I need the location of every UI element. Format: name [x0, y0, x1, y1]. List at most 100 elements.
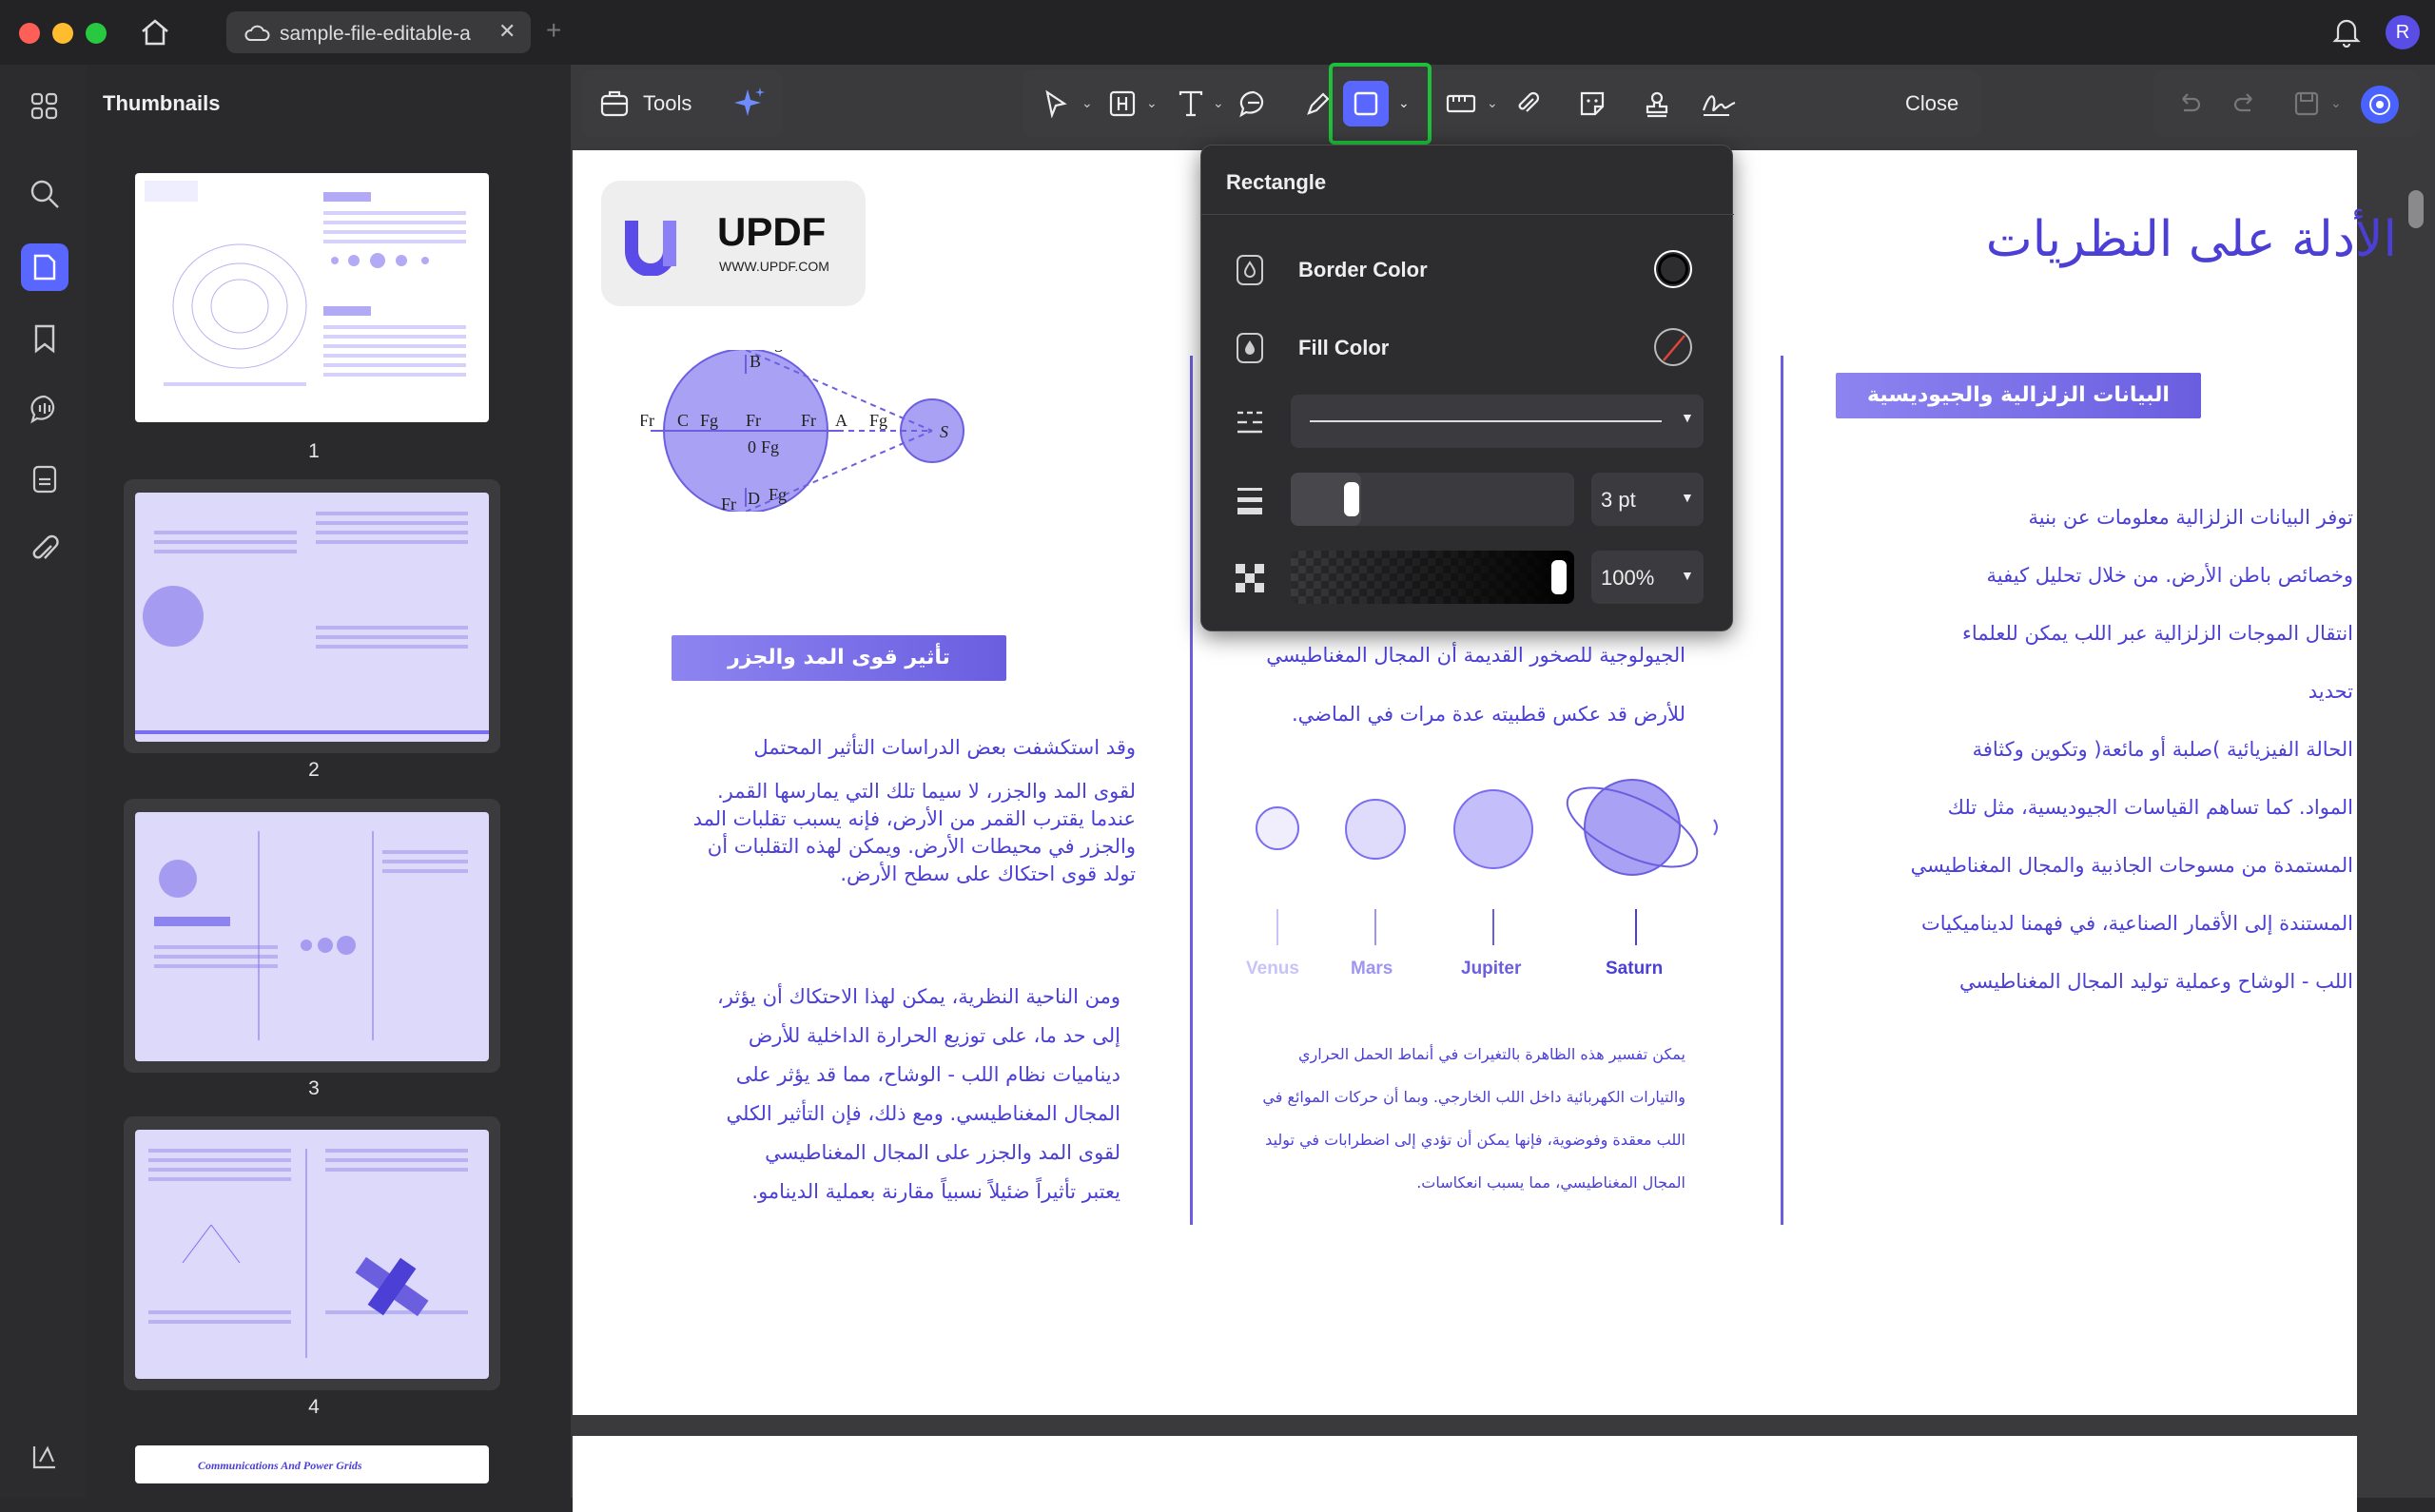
stroke-width-select[interactable]: 3 pt ▼ — [1591, 473, 1704, 526]
fill-color-label: Fill Color — [1298, 336, 1390, 359]
attachment-icon[interactable] — [24, 529, 66, 571]
zoom-window-button[interactable] — [86, 23, 107, 44]
label-fg-right: Fg — [869, 411, 887, 430]
label-fg-left: Fg — [700, 411, 718, 430]
mars-planet — [1345, 799, 1406, 860]
opacity-slider[interactable] — [1291, 551, 1574, 604]
label-fr-right: Fr — [801, 411, 816, 430]
left-section-heading: تأثير قوى المد والجزر — [672, 635, 1006, 681]
label-b: B — [750, 352, 761, 371]
fill-color-swatch[interactable] — [1654, 328, 1692, 366]
label-fg-center: Fg — [761, 437, 779, 456]
bookmark-icon[interactable] — [24, 318, 66, 359]
bell-icon[interactable] — [2332, 15, 2361, 52]
label-fg-top: Fg — [765, 350, 783, 352]
page-organize-icon[interactable] — [24, 458, 66, 500]
opacity-select[interactable]: 100% ▼ — [1591, 551, 1704, 604]
mars-label: Mars — [1351, 959, 1393, 979]
avatar[interactable]: R — [2386, 15, 2420, 49]
mars-line — [1374, 909, 1376, 945]
highlight-icon[interactable] — [1102, 84, 1142, 124]
page-thumbnail-3[interactable] — [135, 812, 489, 1061]
logo-url: WWW.UPDF.COM — [719, 259, 829, 274]
save-chevron-down-icon[interactable]: ⌄ — [2330, 95, 2342, 111]
jupiter-label: Jupiter — [1461, 959, 1522, 979]
thumbnail-panel: Thumbnails 1 2 3 4 Communications And Po… — [86, 65, 643, 1498]
venus-planet — [1256, 806, 1299, 850]
fill-color-row[interactable]: Fill Color — [1201, 319, 1734, 376]
main-title: الأدلة على النظريات — [1985, 211, 2397, 268]
page-number-4: 4 — [308, 1396, 320, 1418]
measure-chevron-down-icon[interactable]: ⌄ — [1487, 95, 1498, 111]
cloud-icon — [244, 23, 270, 47]
new-tab-icon[interactable]: + — [546, 15, 561, 46]
ai-sparkle-icon[interactable] — [730, 84, 769, 126]
document-tab[interactable]: sample-file-editable-a ✕ — [226, 11, 531, 53]
highlight-chevron-down-icon[interactable]: ⌄ — [1146, 95, 1158, 111]
left-icon-bar — [0, 65, 86, 1498]
updf-cloud-icon[interactable] — [2361, 86, 2399, 124]
venus-label: Venus — [1246, 959, 1299, 979]
label-zero: 0 — [748, 437, 756, 456]
column-divider-right — [1781, 356, 1783, 1225]
page-thumbnail-4[interactable] — [135, 1130, 489, 1379]
border-color-swatch[interactable] — [1654, 250, 1692, 288]
thumbnails-icon[interactable] — [21, 243, 68, 291]
apps-icon[interactable] — [24, 86, 66, 127]
updf-logo: UPDF WWW.UPDF.COM — [601, 181, 866, 306]
label-a: A — [835, 411, 847, 430]
border-color-row[interactable]: Border Color — [1201, 241, 1734, 298]
opacity-chevron-icon: ▼ — [1681, 568, 1694, 583]
search-icon[interactable] — [24, 173, 66, 215]
text-chevron-down-icon[interactable]: ⌄ — [1213, 95, 1224, 111]
shape-chevron-down-icon[interactable]: ⌄ — [1398, 95, 1410, 111]
border-color-drop-icon — [1236, 254, 1264, 291]
line-style-select[interactable]: ▼ — [1291, 395, 1704, 448]
opacity-slider-handle[interactable] — [1551, 560, 1567, 594]
redo-icon[interactable] — [2226, 84, 2266, 124]
close-toolbar-button[interactable]: Close — [1905, 91, 1958, 116]
undo-icon[interactable] — [2169, 84, 2209, 124]
tools-button[interactable]: Tools — [643, 91, 692, 116]
stroke-width-slider-handle[interactable] — [1344, 482, 1359, 516]
sticker-icon[interactable] — [1572, 84, 1612, 124]
paperclip-icon[interactable] — [1508, 84, 1548, 124]
left-paragraph-2: ومن الناحية النظرية، يمكن لهذا الاحتكاك … — [716, 985, 1120, 1203]
border-color-label: Border Color — [1298, 258, 1428, 281]
minimize-window-button[interactable] — [52, 23, 73, 44]
close-window-button[interactable] — [19, 23, 40, 44]
ai-assistant-icon[interactable] — [24, 1436, 66, 1478]
comment-icon[interactable] — [24, 388, 66, 430]
page-number-1: 1 — [308, 440, 320, 462]
left-paragraph-1: وقد استكشفت بعض الدراسات التأثير المحتمل… — [692, 736, 1136, 885]
label-fr-top: Fr — [727, 350, 742, 352]
close-tab-icon[interactable]: ✕ — [498, 19, 516, 44]
comment-bubble-icon[interactable] — [1234, 84, 1274, 124]
middle-paragraph: الجيولوجية للصخور القديمة أن المجال المغ… — [1266, 644, 1685, 726]
saturn-planet — [1566, 779, 1718, 876]
measure-icon[interactable] — [1441, 84, 1481, 124]
document-scrollbar[interactable] — [2408, 190, 2424, 228]
stamp-icon[interactable] — [1637, 84, 1677, 124]
page-thumbnail-1[interactable] — [135, 173, 489, 422]
select-icon[interactable] — [1036, 84, 1076, 124]
stroke-width-slider[interactable] — [1291, 473, 1574, 526]
tools-bag-icon[interactable] — [599, 87, 630, 123]
home-icon[interactable] — [139, 17, 171, 48]
select-chevron-down-icon[interactable]: ⌄ — [1081, 95, 1093, 111]
logo-wordmark: UPDF — [717, 209, 827, 254]
panel-title: Thumbnails — [103, 91, 221, 115]
rectangle-shape-icon[interactable] — [1343, 81, 1389, 126]
label-c: C — [677, 411, 689, 430]
right-paragraph: توفر البيانات الزلزالية معلومات عن بنية … — [1910, 506, 2353, 993]
label-s: S — [940, 422, 948, 441]
page-thumbnail-5[interactable]: Communications And Power Grids — [135, 1445, 489, 1483]
text-icon[interactable] — [1171, 84, 1211, 124]
page-thumbnail-2[interactable] — [135, 493, 489, 742]
tools-toolbar: Tools — [582, 70, 782, 137]
middle-small-paragraph: يمكن تفسير هذه الظاهرة بالتغيرات في أنما… — [1262, 1045, 1685, 1192]
annotation-toolbar: ⌄ ⌄ ⌄ ⌄ ⌄ Close — [1023, 63, 1981, 145]
save-icon[interactable] — [2287, 84, 2327, 124]
signature-icon[interactable] — [1700, 84, 1740, 124]
label-fg-bottom: Fg — [769, 485, 787, 504]
